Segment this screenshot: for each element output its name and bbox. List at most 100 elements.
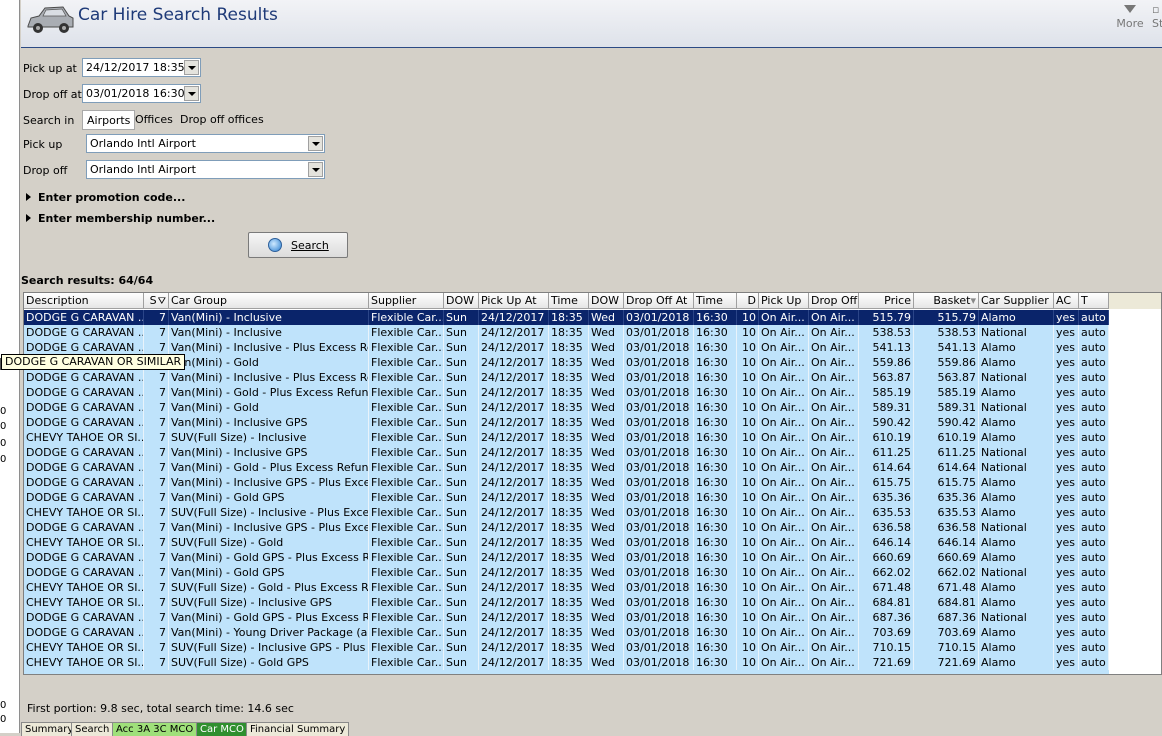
cell-car-supplier: Alamo [979,595,1054,610]
cell-car-supplier: National [979,565,1054,580]
cell-car-supplier: Alamo [979,655,1054,670]
chevron-down-icon[interactable] [184,60,199,75]
pickup-location-select[interactable]: Orlando Intl Airport [86,134,325,153]
table-row[interactable]: DODGE G CARAVAN ... 7 Van(Mini) - Young Dr… [24,625,1109,640]
cell-basket: 590.42 [914,415,979,430]
dropoff-datetime-field[interactable]: 03/01/2018 16:30 [82,84,201,103]
table-row[interactable]: CHEVY TAHOE OR SI... 7 SUV(Full Size) - Go… [24,655,1109,670]
column-header-description[interactable]: Description [24,293,144,309]
cell-pickup-location: On Air... [759,385,809,400]
table-row[interactable]: DODGE G CARAVAN ... 7 Van(Mini) - Inclusiv… [24,310,1109,325]
column-header-car-supplier[interactable]: Car Supplier [979,293,1054,309]
cell-pickup-location: On Air... [759,580,809,595]
table-row[interactable]: DODGE G CARAVAN ... 7 Van(Mini) - Inclusiv… [24,520,1109,535]
table-row[interactable]: CHEVY TAHOE OR SI... 7 SUV(Full Size) - In… [24,430,1109,445]
column-header-basket[interactable]: Basket▾ [914,293,979,309]
column-header-days[interactable]: D [737,293,759,309]
cell-dropoff-time: 16:30 [694,415,737,430]
chevron-down-icon[interactable] [184,86,199,101]
table-row[interactable]: DODGE G CARAVAN ... 7 Van(Mini) - Gold - P… [24,385,1109,400]
cell-car-supplier: National [979,370,1054,385]
tab-car-mco[interactable]: Car MCO [196,722,248,736]
filter-icon[interactable]: ⛛ [158,296,166,307]
column-header-pickup-location[interactable]: Pick Up [759,293,809,309]
column-header-pickup-time[interactable]: Time [549,293,589,309]
search-button[interactable]: Search [248,232,348,258]
cell-days: 10 [737,505,759,520]
cell-pickup-dow: Sun [444,445,479,460]
column-header-dropoff-location[interactable]: Drop Off [809,293,859,309]
column-header-car-group[interactable]: Car Group [169,293,369,309]
table-row[interactable]: DODGE G CARAVAN ... 7 Van(Mini) - Gold - P… [24,460,1109,475]
column-header-seats[interactable]: S⛛ [144,293,169,309]
car-logo-icon [27,6,74,33]
column-header-price[interactable]: Price [859,293,914,309]
cell-supplier: Flexible Car... [371,460,444,475]
cell-days: 10 [737,445,759,460]
promotion-code-expander[interactable]: Enter promotion code... [21,191,185,204]
table-row[interactable]: DODGE G CARAVAN ...7Van(Mini) - GoldFlex… [24,400,1109,415]
table-row[interactable]: CHEVY TAHOE OR SI... 7 SUV(Full Size) - Go… [24,580,1109,595]
search-in-airports-option[interactable]: Airports [82,110,136,130]
more-button-label: More [1116,17,1144,30]
cell-car-group: Van(Mini) - Gold GPS - Plus Excess Ref..… [171,550,369,565]
column-header-dropoff-time[interactable]: Time [694,293,737,309]
table-row[interactable]: CHEVY TAHOE OR SI... 7 SUV(Full Size) - Go… [24,535,1109,550]
table-row[interactable]: DODGE G CARAVAN ... 7 Van(Mini) - Inclusiv… [24,340,1109,355]
cell-dropoff-location: On Air... [809,400,859,415]
tab-acc-mco[interactable]: Acc 3A 3C MCO [112,722,198,736]
search-in-offices-option[interactable]: Offices [131,110,177,130]
search-button-label: Search [291,239,329,252]
tab-search[interactable]: Search [71,722,114,736]
chevron-down-icon[interactable] [308,162,323,177]
table-row[interactable]: DODGE G CARAVAN ... 7 Van(Mini) - Inclusiv… [24,415,1109,430]
cell-car-group: SUV(Full Size) - Inclusive GPS [169,595,369,610]
cell-car-group: Van(Mini) - Gold GPS - Plus Excess Ref..… [171,610,369,625]
chevron-down-icon[interactable] [308,136,323,151]
column-header-pickup-dow[interactable]: DOW [444,293,479,309]
membership-number-expander[interactable]: Enter membership number... [21,212,215,225]
table-row[interactable]: DODGE G CARAVAN ... 7 Van(Mini) - Gold GPS… [24,490,1109,505]
cell-description: DODGE G CARAVAN ... [26,325,144,340]
table-row[interactable]: DODGE G CARAVAN ... 7 Van(Mini) - Inclusiv… [24,475,1109,490]
table-row[interactable]: DODGE G CARAVAN ...7Van(Mini) - GoldFlex… [24,355,1109,370]
tab-summary[interactable]: Summary [21,722,78,736]
cell-pickup-date: 24/12/2017 [479,415,549,430]
cell-price: 660.69 [859,550,914,565]
search-in-dropoff-offices-option[interactable]: Drop off offices [176,110,268,130]
cell-days: 10 [737,355,759,370]
cell-pickup-time: 18:35 [549,415,589,430]
pickup-datetime-field[interactable]: 24/12/2017 18:35 [82,58,201,77]
table-row[interactable]: CHEVY TAHOE OR SI... 7 SUV(Full Size) - In… [24,505,1109,520]
table-row[interactable]: DODGE G CARAVAN ... 7 Van(Mini) - Inclusiv… [24,445,1109,460]
column-header-supplier[interactable]: Supplier [369,293,444,309]
cell-pickup-date: 24/12/2017 [479,340,549,355]
table-row[interactable]: DODGE G CARAVAN ... 7 Van(Mini) - Gold GPS… [24,610,1109,625]
table-row[interactable]: DODGE G CARAVAN ... 7 Van(Mini) - Gold GPS… [24,565,1109,580]
table-row[interactable]: CHEVY TAHOE OR SI... 7 SUV(Full Size) - In… [24,640,1109,655]
promotion-code-label: Enter promotion code... [38,191,186,204]
column-header-dropoff-dow[interactable]: DOW [589,293,624,309]
column-header-dropoff-date[interactable]: Drop Off At [624,293,694,309]
cell-dropoff-date: 03/01/2018 [624,505,694,520]
cell-supplier: Flexible Car... [371,580,444,595]
table-row[interactable]: DODGE G CARAVAN ... 7 Van(Mini) - Gold GPS… [24,550,1109,565]
cell-supplier: Flexible Car... [371,475,444,490]
table-row[interactable]: CHEVY TAHOE OR SI... 7 SUV(Full Size) - In… [24,595,1109,610]
tab-financial-summary[interactable]: Financial Summary [246,722,350,736]
table-row[interactable]: DODGE G CARAVAN ... 7 Van(Mini) - Inclusiv… [24,325,1109,340]
more-button[interactable]: More [1114,3,1146,37]
cell-dropoff-date: 03/01/2018 [624,415,694,430]
cell-dropoff-dow: Wed [589,355,624,370]
cell-dropoff-dow: Wed [589,565,624,580]
cell-ac: yes [1054,460,1079,475]
column-header-transmission[interactable]: T [1079,293,1109,309]
cell-pickup-location: On Air... [759,535,809,550]
st-button[interactable]: ▫ St [1152,3,1162,37]
column-header-ac[interactable]: AC [1054,293,1079,309]
cell-pickup-location: On Air... [759,565,809,580]
column-header-pickup-date[interactable]: Pick Up At [479,293,549,309]
table-row[interactable]: DODGE G CARAVAN ... 7 Van(Mini) - Inclusiv… [24,370,1109,385]
sort-desc-icon: ▾ [970,294,976,307]
dropoff-location-select[interactable]: Orlando Intl Airport [86,160,325,179]
